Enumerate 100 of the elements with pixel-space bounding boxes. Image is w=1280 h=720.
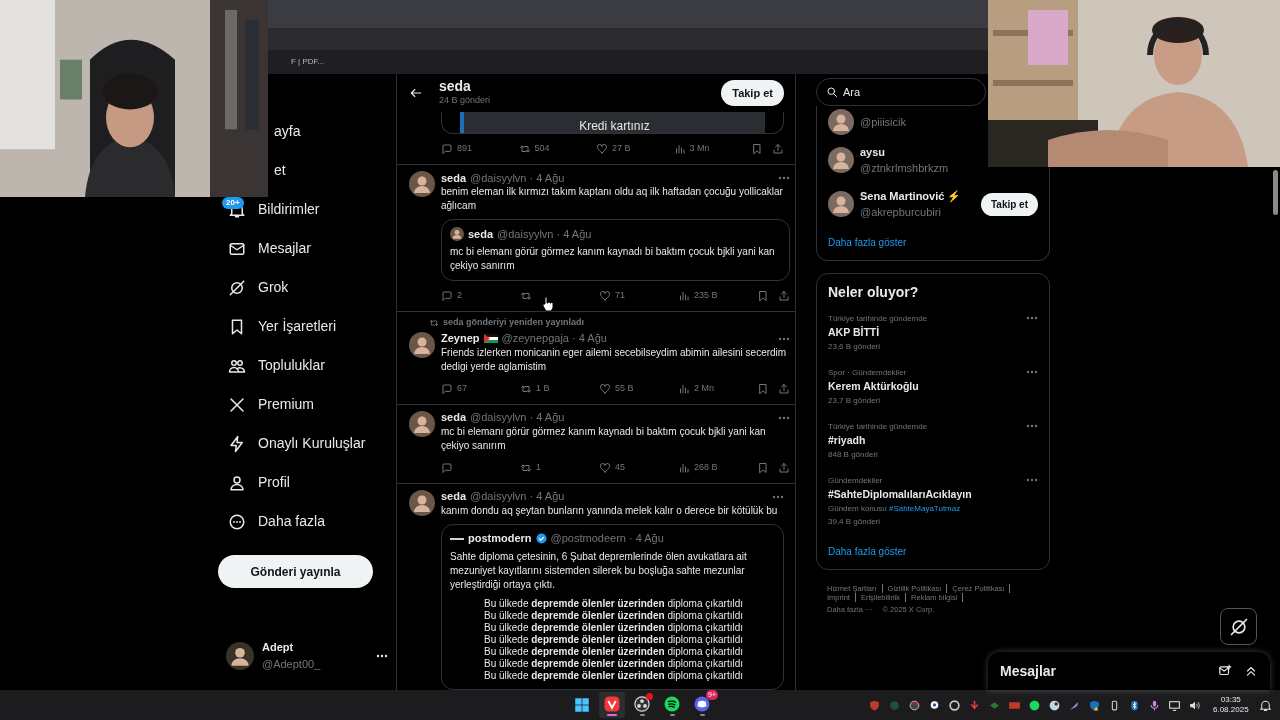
trend-count: 39,4 B gönderi (828, 516, 882, 528)
share-icon[interactable] (778, 461, 790, 474)
avatar[interactable] (828, 191, 854, 217)
taskbar-app[interactable] (599, 692, 625, 718)
nav-item[interactable]: 20+ Bildirimler (218, 197, 320, 222)
trend-title[interactable]: AKP BİTTİ (828, 325, 1026, 340)
avatar[interactable] (409, 489, 435, 516)
reply-icon[interactable] (441, 290, 453, 302)
scrollbar-thumb[interactable] (1272, 170, 1278, 215)
author-name[interactable]: seda (441, 409, 467, 426)
follow-button[interactable]: Takip et (721, 79, 784, 107)
collapse-icon[interactable] (1244, 664, 1258, 678)
quoted-post[interactable] (441, 523, 784, 690)
trend-title[interactable]: #riyadh (828, 433, 1026, 448)
bluetooth-icon[interactable] (1128, 698, 1141, 712)
messages-drawer[interactable]: Mesajlar (988, 652, 1270, 690)
author-name[interactable]: postmodern (468, 530, 532, 547)
views-icon[interactable] (678, 461, 690, 474)
nav-item[interactable]: Onaylı Kuruluşlar (218, 431, 366, 456)
avatar[interactable] (226, 641, 254, 670)
heart-icon[interactable] (596, 143, 608, 155)
back-arrow-icon[interactable] (409, 86, 423, 100)
search-field[interactable]: Ara (816, 78, 986, 106)
user-name[interactable]: aysu (860, 143, 949, 160)
avatar[interactable] (409, 171, 435, 197)
bookmark-icon[interactable] (757, 461, 769, 474)
bookmark-icon[interactable] (757, 290, 769, 302)
views-icon[interactable] (678, 382, 690, 395)
bookmark-link[interactable]: F | PDF... (291, 56, 325, 68)
notification-icon[interactable] (1258, 698, 1272, 712)
post-meta: @daisyylvn · 4 Ağu (470, 489, 565, 505)
nav-item[interactable]: Mesajlar (218, 236, 311, 261)
avatar[interactable] (450, 227, 464, 241)
reply-icon[interactable] (441, 382, 453, 395)
show-more-link[interactable]: Daha fazla göster (828, 226, 907, 260)
trend-title[interactable]: #SahteDiplomalılarıAcıklayın (828, 487, 1026, 502)
trend-title[interactable]: Kerem Aktürkoğlu (828, 379, 1026, 394)
avatar[interactable] (409, 331, 435, 358)
browser-icon (603, 694, 621, 713)
media-text: Kredi kartınız (579, 119, 650, 133)
bookmark-icon[interactable] (757, 382, 769, 395)
download-icon[interactable] (968, 698, 981, 712)
more-icon[interactable] (376, 653, 388, 658)
follow-button[interactable]: Takip et (980, 192, 1038, 216)
trend-count: 848 B gönderi (828, 449, 879, 461)
security-icon[interactable] (1088, 698, 1101, 712)
show-more-link[interactable]: Daha fazla göster (828, 535, 907, 569)
nav-item[interactable]: Yer İşaretleri (218, 314, 337, 339)
new-message-icon[interactable] (1218, 664, 1232, 678)
author-name[interactable]: seda (441, 169, 467, 187)
music-icon[interactable] (1028, 698, 1041, 712)
post-button[interactable]: Gönderi yayınla (218, 555, 373, 588)
microphone-icon[interactable] (1148, 698, 1161, 712)
recorder-icon[interactable] (908, 698, 921, 712)
views-icon[interactable] (678, 290, 690, 302)
author-name[interactable]: seda (468, 225, 494, 243)
shield-icon[interactable] (868, 698, 881, 712)
post-meta: @zeynepgaja · 4 Ağu (501, 331, 607, 347)
nav-item[interactable]: et (274, 158, 286, 183)
nav-item[interactable]: ayfa (274, 119, 301, 144)
heart-icon[interactable] (599, 382, 611, 395)
bookmark-icon[interactable] (751, 143, 763, 155)
nav-item[interactable]: Daha fazla (218, 509, 325, 534)
clock-time: 03:35 (1219, 695, 1242, 705)
windows-icon (573, 696, 591, 714)
monitor-icon[interactable] (1168, 698, 1181, 712)
slashed-circle-icon (228, 278, 246, 297)
views-icon[interactable] (673, 143, 686, 155)
gear-icon[interactable] (948, 698, 961, 712)
nav-item[interactable]: Topluluklar (218, 353, 325, 378)
repost-icon[interactable] (520, 290, 532, 302)
reply-icon[interactable] (441, 461, 453, 474)
nav-item[interactable]: Profil (218, 470, 290, 495)
author-name[interactable]: Zeynep (441, 330, 480, 347)
media-image[interactable]: Kredi kartınız (460, 112, 765, 133)
trend-context: Türkiye tarihinde gündemde (828, 313, 929, 325)
quoted-post[interactable]: seda @daisyylvn · 4 Ağu mc bi elemanı görür görmez kanım kaynadı bi baktım çocuk bjkli yani kan çekiyo sanırım (441, 219, 790, 281)
nav-item[interactable]: Grok (218, 275, 289, 300)
action-count: 504 (534, 142, 550, 156)
account-name: Adept (262, 640, 295, 655)
grok-button[interactable] (1220, 608, 1257, 645)
avatar[interactable] (409, 410, 435, 437)
action-count: 55 B (615, 381, 634, 395)
author-name[interactable]: seda (441, 488, 467, 505)
game-store-icon[interactable] (1048, 698, 1061, 712)
heart-icon[interactable] (599, 461, 611, 474)
share-icon[interactable] (778, 382, 790, 395)
reply-icon[interactable] (441, 143, 453, 155)
heart-icon[interactable] (599, 290, 611, 302)
webcam-icon[interactable] (928, 698, 941, 712)
share-icon[interactable] (772, 143, 784, 155)
share-icon[interactable] (778, 290, 790, 302)
repost-icon[interactable] (518, 143, 531, 155)
topic-link[interactable]: #SahteMayaTutmaz (888, 504, 961, 513)
avatar[interactable] (828, 147, 854, 173)
post-count: 24 B gönderi (439, 94, 491, 108)
avatar[interactable] (828, 109, 854, 135)
topic-label: Gündem konusu (828, 504, 887, 513)
user-name[interactable]: Sena Martinović ⚡ (860, 187, 962, 204)
nav-item[interactable]: Premium (218, 392, 314, 417)
